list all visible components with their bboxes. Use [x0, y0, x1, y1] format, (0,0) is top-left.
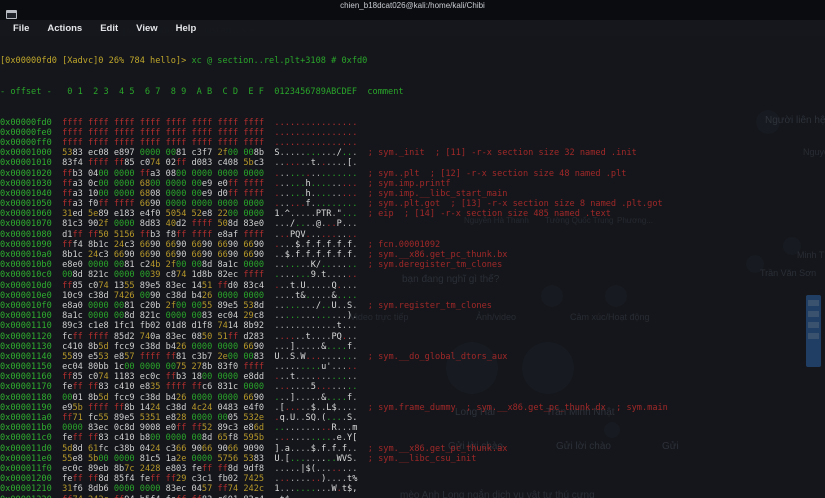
hex-row: 0x00001130 c410 8b5d fcc9 c38d b426 0000…: [0, 341, 358, 352]
menu-view[interactable]: View: [127, 23, 166, 34]
window-title: chien_b18dcat026@kali:/home/kali/Chibi: [340, 1, 485, 10]
r2-terminal[interactable]: [0x00000fd0 [Xadvc]0 26% 784 hello]> xc …: [0, 36, 825, 498]
hex-row: 0x000011d0 5d8d 61fc c38b 0424 c366 9066…: [0, 443, 508, 454]
hex-dump: 0x00000fd0 ffff ffff ffff ffff ffff ffff…: [0, 118, 825, 498]
hex-row: 0x00001160 ff85 c074 1183 ec0c ffb3 1800…: [0, 372, 358, 383]
r2-command: xc @ section..rel.plt+3108 # 0xfd0: [191, 56, 368, 67]
hex-row: 0x00001040 ffa3 1000 0000 6808 0000 00e9…: [0, 188, 508, 199]
hex-row: 0x00001060 31ed 5e89 e183 e4f0 5054 52e8…: [0, 209, 611, 220]
hex-row: 0x00000fe0 ffff ffff ffff ffff ffff ffff…: [0, 127, 358, 138]
menu-bar: File Actions Edit View Help: [0, 20, 825, 36]
hex-row: 0x00000ff0 ffff ffff ffff ffff ffff ffff…: [0, 137, 358, 148]
hex-row: 0x00001080 d1ff ff50 5156 ffb3 f8ff ffff…: [0, 229, 358, 240]
r2-prompt-line: [0x00000fd0 [Xadvc]0 26% 784 hello]> xc …: [0, 56, 825, 66]
hex-header: - offset - 0 1 2 3 4 5 6 7 8 9 A B C D E…: [0, 87, 404, 97]
terminal-icon: [6, 10, 17, 19]
hex-row: 0x00001140 5589 e553 e857 ffff ff81 c3b7…: [0, 351, 508, 362]
hex-row: 0x000010b0 e8e0 0000 0081 c24b 2f00 008d…: [0, 260, 503, 271]
hex-row: 0x00001150 ec04 80bb 1c00 0000 0075 278b…: [0, 362, 358, 373]
desktop-screen: pwnme.viblo.asia – Just an... × +Người l…: [0, 0, 825, 498]
hex-row: 0x00001070 81c3 902f 0000 8d83 40d2 ffff…: [0, 219, 358, 230]
hex-row: 0x000011f0 ec0c 89eb 8b7c 2428 e803 feff…: [0, 463, 358, 474]
window-titlebar[interactable]: chien_b18dcat026@kali:/home/kali/Chibi: [0, 0, 825, 20]
hex-row: 0x000011b0 0000 83ec 0c8d 9008 e0ff ff52…: [0, 423, 358, 434]
hex-row: 0x000010e0 10c9 c38d 7426 0090 c38d b426…: [0, 290, 358, 301]
menu-actions[interactable]: Actions: [38, 23, 91, 34]
hex-row: 0x000010d0 ff85 c074 1355 89e5 83ec 1451…: [0, 280, 358, 291]
hex-row: 0x000010a0 8b1c 24c3 6690 6690 6690 6690…: [0, 250, 508, 261]
hex-row: 0x00001050 ffa3 f0ff ffff 6690 0000 0000…: [0, 199, 663, 210]
hex-row: 0x00001180 0001 8b5d fcc9 c38d b426 0000…: [0, 392, 358, 403]
hex-row: 0x00001200 feff ff8d 85f4 feff ff29 c3c1…: [0, 474, 358, 485]
hex-row: 0x00001110 89c3 c1e8 1fc1 fb02 01d8 d1f8…: [0, 321, 358, 332]
hex-row: 0x00001010 83f4 ffff ff85 c074 02ff d083…: [0, 158, 358, 169]
hex-row: 0x00001220 ff74 242c ff94 b5f4 feff ff83…: [0, 495, 825, 498]
hex-row: 0x00001030 ffa3 0c00 0000 6800 0000 00e9…: [0, 178, 451, 189]
hex-row: 0x000010c0 008d 821c 0000 0039 c874 1d8b…: [0, 270, 358, 281]
hex-row: 0x00000fd0 ffff ffff ffff ffff ffff ffff…: [0, 117, 358, 128]
hex-row: 0x00001090 fff4 8b1c 24c3 6690 6690 6690…: [0, 239, 441, 250]
hex-row: 0x00001120 fcff ffff 85d2 740a 83ec 0850…: [0, 331, 358, 342]
hex-row: 0x00001210 31f6 8db6 0000 0000 83ec 0457…: [0, 484, 358, 495]
menu-help[interactable]: Help: [167, 23, 206, 34]
hex-row: 0x00001170 feff ff83 c410 e835 ffff ffc6…: [0, 382, 358, 393]
hex-row: 0x000010f0 e8a0 0000 0081 c20b 2f00 0055…: [0, 300, 492, 311]
menu-file[interactable]: File: [4, 23, 38, 34]
hex-row: 0x000011e0 55e8 5b00 0000 81c5 1a2e 0000…: [0, 453, 477, 464]
hex-row: 0x00001190 e95b ffff ff8b 1424 c38d 4c24…: [0, 402, 668, 413]
hex-row: 0x00001020 ffb3 0400 0000 ffa3 0800 0000…: [0, 168, 627, 179]
menu-edit[interactable]: Edit: [91, 23, 127, 34]
hex-row: 0x000011a0 ff71 fc55 89e5 5351 e828 0000…: [0, 413, 358, 424]
hex-row: 0x000011c0 feff ff83 c410 b800 0000 008d…: [0, 433, 358, 444]
hex-row: 0x00001100 8a1c 0000 008d 821c 0000 0083…: [0, 311, 358, 322]
r2-prompt: [0x00000fd0 [Xadvc]0 26% 784 hello]>: [0, 56, 192, 67]
hex-row: 0x00001000 5383 ec08 e897 0000 0081 c3f7…: [0, 148, 637, 159]
